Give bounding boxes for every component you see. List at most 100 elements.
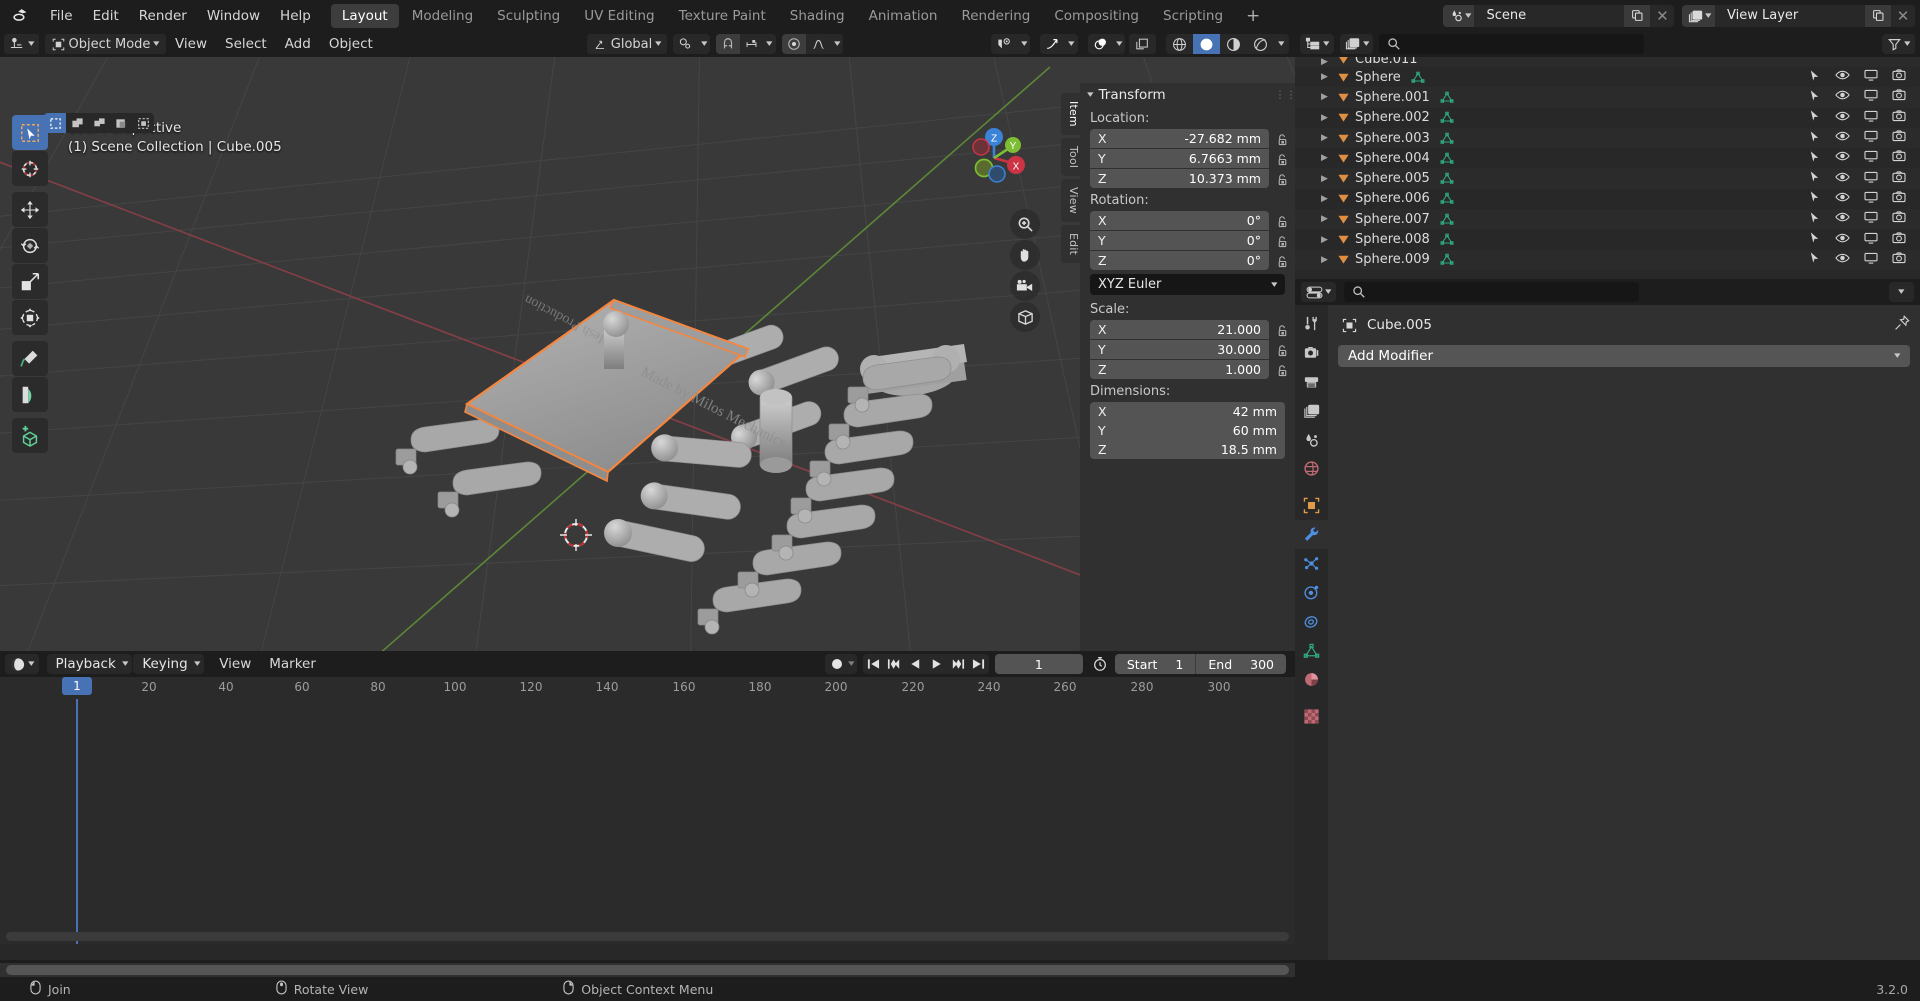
dimensions-x-value[interactable]: 42 mm (1233, 404, 1277, 419)
properties-tab-world[interactable] (1295, 454, 1328, 483)
zoom-icon[interactable] (1010, 209, 1040, 239)
properties-tab-tool[interactable] (1295, 309, 1328, 338)
dimensions-y-value[interactable]: 60 mm (1233, 423, 1277, 438)
view-layer-icon[interactable]: ▾ (1682, 5, 1715, 27)
unlink-scene-button[interactable]: ✕ (1650, 5, 1674, 27)
location-z-row[interactable]: Z 10.373 mm (1080, 169, 1295, 189)
outliner-editor[interactable]: ▾ ▾ ▾ ▶ Cube.011 (1295, 31, 1920, 279)
restrict-select-icon[interactable] (1808, 69, 1821, 86)
select-difference-icon[interactable] (132, 113, 154, 133)
tool-tweak-select[interactable] (12, 115, 48, 150)
disable-viewport-icon[interactable] (1864, 110, 1878, 126)
lock-rotation-x-icon[interactable] (1269, 215, 1295, 228)
disable-viewport-icon[interactable] (1864, 89, 1878, 105)
view-layer-name[interactable]: View Layer (1715, 8, 1865, 23)
lock-location-y-icon[interactable] (1269, 153, 1295, 166)
properties-tab-modifier[interactable] (1295, 520, 1328, 549)
dimensions-x-row[interactable]: X 42 mm (1080, 402, 1295, 421)
viewport-menu-object[interactable]: Object (320, 34, 382, 54)
blender-logo-icon[interactable] (0, 6, 40, 25)
chevron-down-icon[interactable]: ▾ (1065, 34, 1078, 54)
end-frame-field[interactable]: End 300 (1195, 654, 1286, 674)
lock-scale-y-icon[interactable] (1269, 344, 1295, 357)
properties-options-button[interactable]: ▾ (1889, 282, 1914, 302)
tool-rotate[interactable] (12, 228, 48, 263)
disable-render-icon[interactable] (1892, 89, 1906, 105)
outliner-row[interactable]: ▶ Sphere.004 (1295, 148, 1920, 168)
scene-selector[interactable]: ▾ Scene ✕ (1443, 5, 1675, 27)
scale-y-value[interactable]: 30.000 (1217, 342, 1261, 357)
rotation-mode-dropdown[interactable]: XYZ Euler ▾ (1090, 274, 1285, 295)
location-z-value[interactable]: 10.373 mm (1189, 171, 1261, 186)
properties-editor-type-button[interactable]: ▾ (1301, 282, 1336, 302)
remove-view-layer-button[interactable]: ✕ (1891, 5, 1915, 27)
workspace-tab-animation[interactable]: Animation (858, 4, 949, 28)
location-x-value[interactable]: -27.682 mm (1184, 131, 1261, 146)
pin-icon[interactable] (1894, 315, 1910, 335)
outliner-row[interactable]: ▶ Sphere.002 (1295, 108, 1920, 128)
expand-arrow-icon[interactable]: ▶ (1321, 72, 1337, 82)
tool-cursor[interactable] (12, 151, 48, 186)
material-preview-shading-icon[interactable] (1220, 34, 1247, 54)
menu-window[interactable]: Window (197, 4, 270, 28)
panel-drag-grip[interactable]: ⋮⋮⋮ (1275, 92, 1287, 99)
location-y-row[interactable]: Y 6.7663 mm (1080, 149, 1295, 169)
use-preview-range-icon[interactable] (1089, 656, 1111, 672)
jump-to-start-button[interactable] (863, 654, 884, 674)
disable-render-icon[interactable] (1892, 232, 1906, 248)
workspace-tab-rendering[interactable]: Rendering (950, 4, 1041, 28)
viewport-menu-view[interactable]: View (166, 34, 216, 54)
pan-hand-icon[interactable] (1010, 240, 1040, 270)
rotation-y-value[interactable]: 0° (1247, 233, 1261, 248)
rotation-z-row[interactable]: Z 0° (1080, 251, 1295, 271)
expand-arrow-icon[interactable]: ▶ (1321, 174, 1337, 184)
outliner-editor-type-button[interactable]: ▾ (1300, 34, 1334, 54)
menu-render[interactable]: Render (129, 4, 197, 28)
transform-panel-header[interactable]: ▾ Transform ⋮⋮⋮ (1080, 83, 1295, 107)
rotation-x-value[interactable]: 0° (1247, 213, 1261, 228)
outliner-object-name[interactable]: Cube.011 (1355, 57, 1418, 67)
scene-name[interactable]: Scene (1474, 8, 1624, 23)
disable-viewport-icon[interactable] (1864, 130, 1878, 146)
rotation-z-value[interactable]: 0° (1247, 253, 1261, 268)
select-intersect-icon[interactable] (110, 113, 132, 133)
chevron-down-icon[interactable]: ▾ (763, 34, 776, 54)
lock-location-z-icon[interactable] (1269, 173, 1295, 186)
add-modifier-button[interactable]: Add Modifier ▾ (1338, 345, 1910, 367)
outliner-tree[interactable]: ▶ Cube.011 ▶ Sphere ▶ Sphere.001 (1295, 57, 1920, 279)
sidebar-tab-edit[interactable]: Edit (1061, 225, 1080, 263)
proportional-edit-group[interactable]: ▾ (782, 34, 844, 54)
scene-icon[interactable]: ▾ (1443, 5, 1475, 27)
outliner-row[interactable]: ▶ Sphere (1295, 67, 1920, 87)
chevron-down-icon[interactable]: ▾ (831, 34, 844, 54)
record-icon[interactable] (828, 658, 846, 670)
select-subtract-icon[interactable] (88, 113, 110, 133)
new-view-layer-button[interactable] (1865, 5, 1891, 27)
overlays-group[interactable]: ▾ (1088, 34, 1126, 54)
menu-help[interactable]: Help (270, 4, 321, 28)
chevron-down-icon[interactable]: ▾ (1274, 34, 1289, 54)
disable-viewport-icon[interactable] (1864, 191, 1878, 207)
auto-keying-toggle[interactable]: ▾ (825, 654, 857, 674)
current-frame-field[interactable]: 1 (995, 654, 1083, 674)
disable-render-icon[interactable] (1892, 150, 1906, 166)
pivot-point-icon[interactable] (673, 34, 698, 54)
chevron-down-icon[interactable]: ▾ (1113, 34, 1126, 54)
disable-viewport-icon[interactable] (1864, 69, 1878, 85)
lock-rotation-y-icon[interactable] (1269, 235, 1295, 248)
lock-scale-x-icon[interactable] (1269, 324, 1295, 337)
expand-arrow-icon[interactable]: ▶ (1321, 214, 1337, 224)
properties-tab-particles[interactable] (1295, 549, 1328, 578)
workspace-tab-texture-paint[interactable]: Texture Paint (668, 4, 777, 28)
transform-orientation-selector[interactable]: Global ▾ (587, 34, 667, 54)
solid-shading-icon[interactable] (1193, 34, 1220, 54)
restrict-select-icon[interactable] (1808, 130, 1821, 147)
timeline-keying-menu[interactable]: Keying ▾ (133, 654, 204, 674)
hide-eye-icon[interactable] (1835, 191, 1850, 207)
location-y-value[interactable]: 6.7663 mm (1189, 151, 1261, 166)
viewport-3d[interactable]: ▾ Object Mode ▾ View Select Add Object G… (0, 31, 1295, 651)
navigation-gizmo[interactable]: Z X Y (953, 117, 1033, 197)
rotation-x-row[interactable]: X 0° (1080, 211, 1295, 231)
timeline-marker-menu[interactable]: Marker (260, 654, 325, 674)
play-button[interactable] (926, 654, 947, 674)
